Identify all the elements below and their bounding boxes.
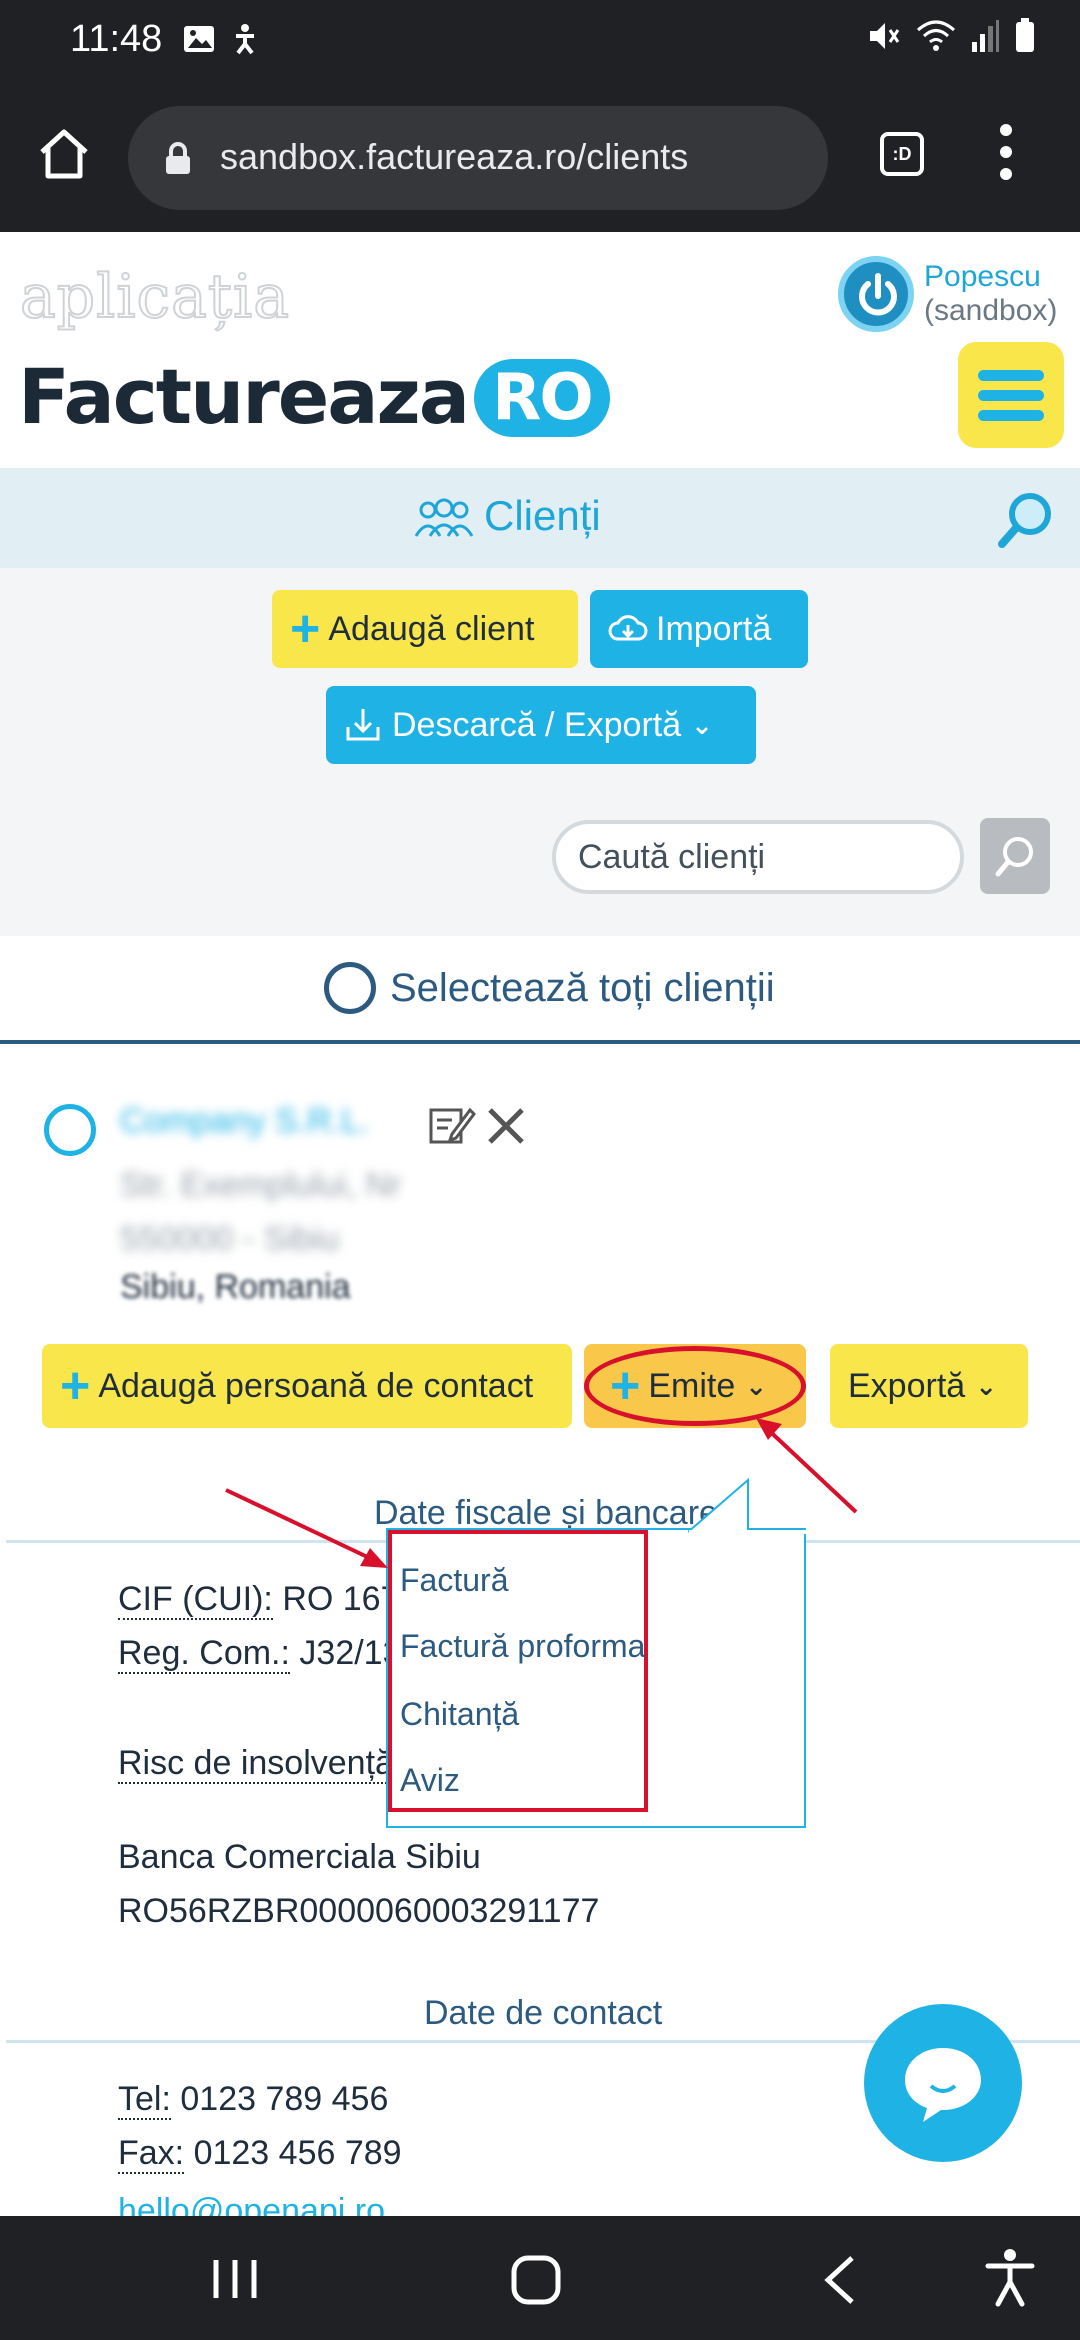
user-env: (sandbox) [924, 294, 1058, 327]
insolvency-line[interactable]: Risc de insolvență [118, 1744, 394, 1784]
status-time: 11:48 [70, 18, 163, 60]
section-header: Clienți [0, 468, 1080, 568]
menu-item-chitanta[interactable]: Chitanță [400, 1696, 519, 1733]
add-client-button[interactable]: + Adaugă client [272, 590, 578, 668]
bank-name: Banca Comerciala Sibiu [118, 1838, 481, 1876]
factureaza-logo[interactable]: Factureaza RO [18, 352, 610, 441]
plus-icon: + [60, 1357, 91, 1415]
address-bar-row: sandbox.factureaza.ro/clients :D [0, 96, 1080, 216]
contact-section-header: Date de contact [424, 1994, 663, 2032]
menu-item-factura[interactable]: Factură [400, 1562, 508, 1599]
home-nav-icon[interactable] [510, 2254, 562, 2306]
chat-button[interactable] [864, 2004, 1022, 2162]
tel-line: Tel: 0123 789 456 [118, 2080, 389, 2120]
home-icon[interactable] [36, 126, 92, 182]
client-export-button[interactable]: Exportă ⌄ [830, 1344, 1028, 1428]
url-text: sandbox.factureaza.ro/clients [220, 136, 689, 177]
emite-highlight-ellipse [584, 1346, 806, 1426]
battery-icon [1016, 18, 1034, 52]
tab-switcher-button[interactable]: :D [880, 132, 924, 176]
gallery-icon [184, 26, 214, 52]
chevron-down-icon: ⌄ [975, 1370, 997, 1401]
browser-chrome: 11:48 sandbox.factureaza.ro/clients :D [0, 0, 1080, 232]
client-street: Str. Exemplului, Nr [120, 1166, 402, 1204]
fax-line: Fax: 0123 456 789 [118, 2134, 402, 2174]
import-button[interactable]: Importă [590, 590, 808, 668]
chevron-down-icon: ⌄ [691, 709, 713, 740]
client-postal: 550000 - Sibiu [120, 1220, 340, 1258]
client-select-radio[interactable] [44, 1104, 96, 1156]
reg-com-label: Reg. Com.: [118, 1634, 290, 1674]
select-all-label: Selectează toți clienții [390, 966, 775, 1010]
search-icon[interactable] [996, 488, 1058, 550]
search-submit-button[interactable] [980, 818, 1050, 894]
tel-value: 0123 789 456 [180, 2080, 389, 2118]
clients-icon [414, 498, 474, 537]
add-contact-person-button[interactable]: + Adaugă persoană de contact [42, 1344, 572, 1428]
select-all-row[interactable]: Selectează toți clienții [0, 936, 1080, 1044]
search-input[interactable] [552, 820, 964, 894]
chat-icon [905, 2048, 981, 2122]
clients-toolbar: + Adaugă client Importă Descarcă / Expor… [0, 568, 1080, 936]
select-all-radio[interactable] [324, 962, 376, 1014]
plus-icon: + [290, 600, 321, 658]
lock-icon [166, 142, 190, 174]
app-tagline: aplicația [19, 261, 291, 333]
logo-text: Factureaza [18, 352, 470, 441]
signal-icon [972, 20, 999, 52]
add-contact-label: Adaugă persoană de contact [98, 1366, 534, 1405]
iban: RO56RZBR0000060003291177 [118, 1892, 600, 1930]
cif-line: CIF (CUI): RO 1675 [118, 1580, 418, 1620]
add-client-label: Adaugă client [328, 609, 535, 648]
edit-icon[interactable] [428, 1104, 476, 1146]
back-icon[interactable] [822, 2254, 858, 2306]
accessibility-status-icon [236, 24, 254, 55]
recents-icon[interactable] [210, 2256, 260, 2302]
mute-icon [870, 23, 900, 49]
import-label: Importă [656, 609, 772, 648]
accessibility-icon[interactable] [984, 2248, 1036, 2308]
search-icon [995, 837, 1033, 877]
client-export-label: Exportă [848, 1366, 966, 1405]
client-name[interactable]: Company S.R.L. [120, 1102, 369, 1141]
user-info[interactable]: Popescu (sandbox) [924, 260, 1057, 328]
user-power-icon[interactable] [838, 256, 914, 332]
system-nav-bar [0, 2216, 1080, 2340]
logo-badge: RO [474, 359, 610, 437]
download-export-button[interactable]: Descarcă / Exportă ⌄ [326, 686, 756, 764]
tel-label: Tel: [118, 2080, 171, 2120]
cif-label: CIF (CUI): [118, 1580, 273, 1620]
fax-label: Fax: [118, 2134, 185, 2174]
hamburger-menu-icon[interactable] [958, 342, 1064, 448]
browser-menu-icon[interactable] [996, 124, 1016, 188]
client-city: Sibiu, Romania [120, 1268, 351, 1306]
dropdown-pointer [688, 1478, 807, 1534]
menu-item-aviz[interactable]: Aviz [400, 1762, 460, 1799]
download-icon [346, 709, 380, 741]
menu-item-factura-proforma[interactable]: Factură proforma [400, 1628, 645, 1665]
cloud-download-icon [608, 615, 648, 641]
reg-com-line: Reg. Com.: J32/13 [118, 1634, 402, 1674]
status-right-icons [866, 18, 1036, 54]
download-export-label: Descarcă / Exportă [392, 705, 682, 744]
address-bar[interactable]: sandbox.factureaza.ro/clients [128, 106, 828, 210]
status-bar: 11:48 [0, 0, 1080, 80]
app-header: aplicația Factureaza RO Popescu (sandbox) [0, 232, 1080, 468]
page-title: Clienți [484, 492, 601, 539]
wifi-icon [917, 20, 955, 51]
close-icon[interactable] [484, 1104, 528, 1148]
fax-value: 0123 456 789 [193, 2134, 402, 2172]
emite-dropdown: Factură Factură proforma Chitanță Aviz [386, 1478, 807, 1828]
insolvency-label: Risc de insolvență [118, 1744, 394, 1784]
user-name: Popescu [924, 260, 1041, 293]
